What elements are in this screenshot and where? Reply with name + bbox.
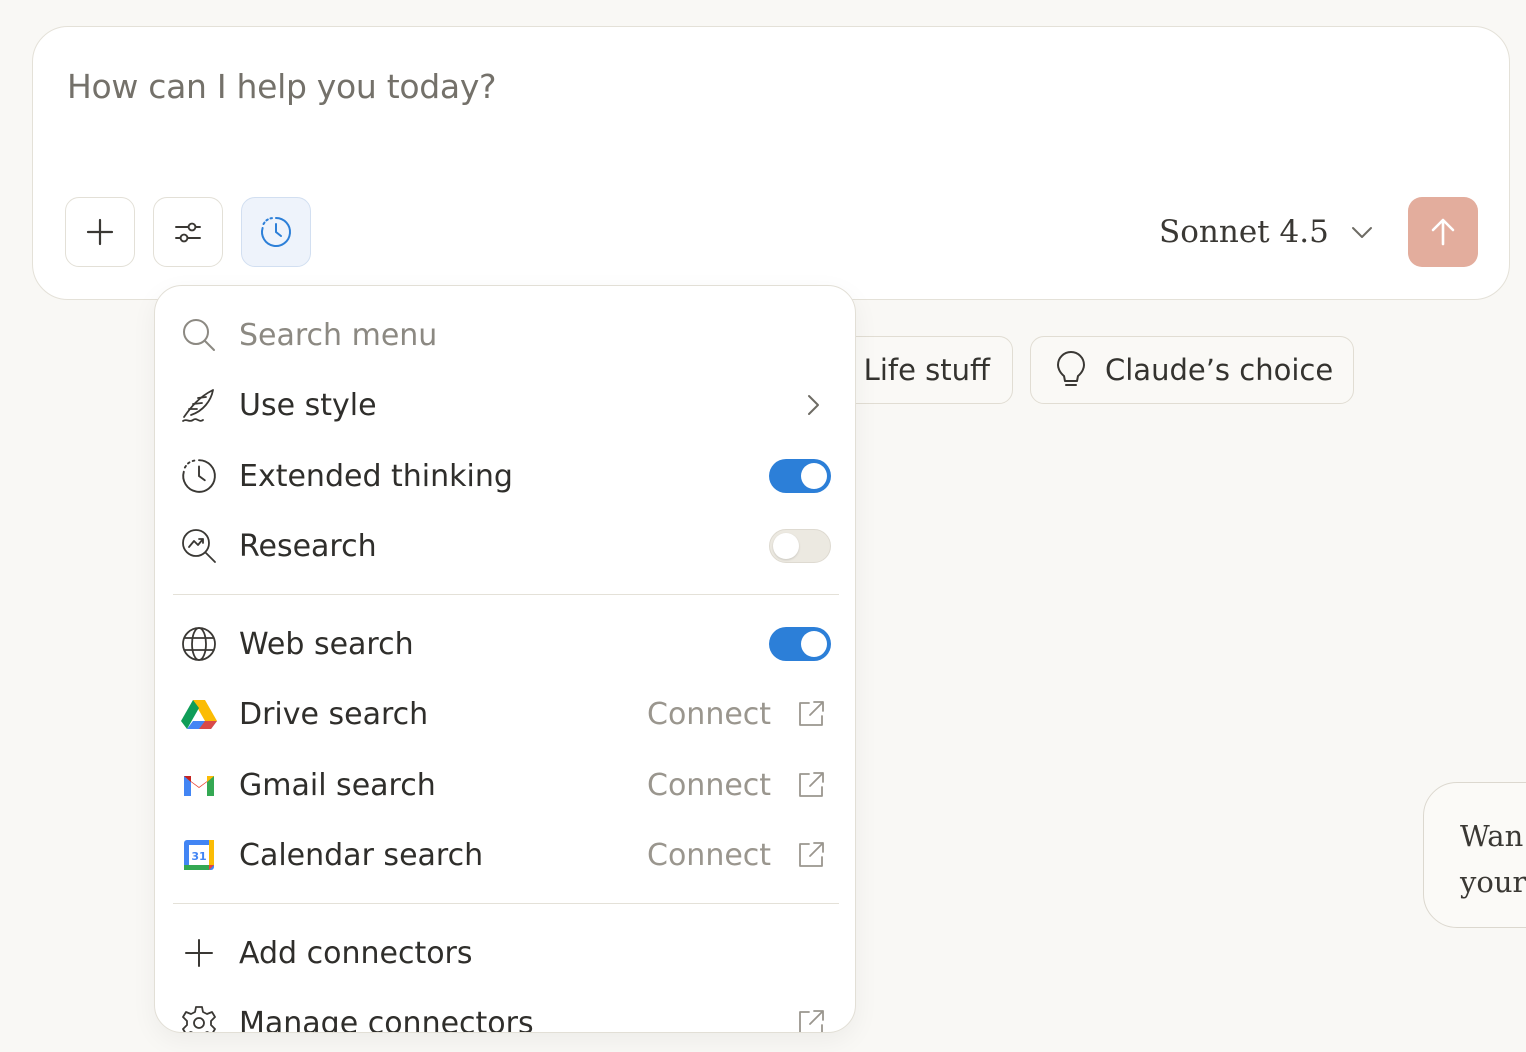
menu-item-label: Gmail search bbox=[239, 767, 436, 803]
menu-item-web-search[interactable]: Web search bbox=[155, 609, 855, 679]
model-name: Sonnet 4.5 bbox=[1159, 214, 1329, 250]
chevron-down-icon bbox=[1351, 227, 1372, 238]
hint-card-line-2: your bbox=[1460, 865, 1526, 899]
menu-item-label: Use style bbox=[239, 387, 377, 423]
gmail-icon bbox=[179, 765, 219, 805]
menu-item-label: Drive search bbox=[239, 696, 429, 732]
hint-card[interactable]: Wan your bbox=[1423, 782, 1526, 928]
add-attachment-button[interactable] bbox=[65, 197, 135, 267]
web-search-toggle[interactable] bbox=[769, 627, 831, 661]
sliders-icon bbox=[175, 222, 201, 243]
tools-menu: Search menu Use style Extended thinking … bbox=[154, 285, 856, 1033]
menu-item-research[interactable]: Research bbox=[155, 511, 855, 581]
menu-item-manage-connectors[interactable]: Manage connectors bbox=[155, 988, 855, 1033]
menu-item-calendar-search[interactable]: 31 Calendar search Connect bbox=[155, 820, 855, 890]
chip-label: Life stuff bbox=[863, 353, 990, 387]
connect-link[interactable]: Connect bbox=[647, 697, 771, 732]
clock-icon bbox=[261, 217, 291, 247]
menu-item-extended-thinking[interactable]: Extended thinking bbox=[155, 441, 855, 511]
chevron-right-icon bbox=[808, 395, 819, 415]
menu-divider bbox=[173, 903, 839, 904]
connect-link[interactable]: Connect bbox=[647, 838, 771, 873]
search-icon bbox=[179, 315, 219, 355]
external-link-icon bbox=[799, 701, 824, 726]
menu-item-label: Calendar search bbox=[239, 837, 484, 873]
extended-thinking-toggle[interactable] bbox=[769, 459, 831, 493]
lightbulb-icon bbox=[1057, 351, 1085, 386]
research-icon bbox=[179, 526, 219, 566]
prompt-input[interactable]: How can I help you today? bbox=[67, 67, 497, 106]
calendar-icon-date: 31 bbox=[191, 850, 206, 863]
arrow-up-icon bbox=[1431, 218, 1455, 246]
plus-icon bbox=[179, 933, 219, 973]
plus-icon bbox=[86, 218, 114, 246]
clock-icon bbox=[179, 456, 219, 496]
extended-thinking-button[interactable] bbox=[241, 197, 311, 267]
menu-item-label: Manage connectors bbox=[239, 1005, 534, 1033]
menu-item-drive-search[interactable]: Drive search Connect bbox=[155, 679, 855, 749]
external-link-icon bbox=[799, 1010, 824, 1032]
chip-label: Claude’s choice bbox=[1105, 353, 1334, 387]
external-link-icon bbox=[799, 772, 824, 797]
gear-icon bbox=[179, 1003, 219, 1032]
menu-item-gmail-search[interactable]: Gmail search Connect bbox=[155, 750, 855, 820]
menu-item-label: Add connectors bbox=[239, 935, 473, 971]
globe-icon bbox=[179, 624, 219, 664]
menu-item-label: Extended thinking bbox=[239, 458, 513, 494]
menu-divider bbox=[173, 594, 839, 595]
menu-item-label: Web search bbox=[239, 626, 414, 662]
hint-card-line-1: Wan bbox=[1460, 819, 1524, 853]
menu-search[interactable]: Search menu bbox=[155, 300, 855, 370]
feather-icon bbox=[179, 385, 219, 425]
google-calendar-icon: 31 bbox=[179, 835, 219, 875]
external-link-icon bbox=[799, 842, 824, 867]
menu-item-add-connectors[interactable]: Add connectors bbox=[155, 918, 855, 988]
connect-link[interactable]: Connect bbox=[647, 768, 771, 803]
model-selector[interactable]: Sonnet 4.5 bbox=[1159, 209, 1375, 255]
menu-search-input[interactable]: Search menu bbox=[239, 318, 437, 353]
menu-item-label: Research bbox=[239, 528, 377, 564]
chat-composer: How can I help you today? Sonnet 4.5 bbox=[32, 26, 1510, 300]
suggestion-chip-claudes-choice[interactable]: Claude’s choice bbox=[1030, 336, 1354, 404]
menu-item-use-style[interactable]: Use style bbox=[155, 370, 855, 440]
send-button[interactable] bbox=[1408, 197, 1478, 267]
tools-options-button[interactable] bbox=[153, 197, 223, 267]
google-drive-icon bbox=[179, 694, 219, 734]
research-toggle[interactable] bbox=[769, 529, 831, 563]
